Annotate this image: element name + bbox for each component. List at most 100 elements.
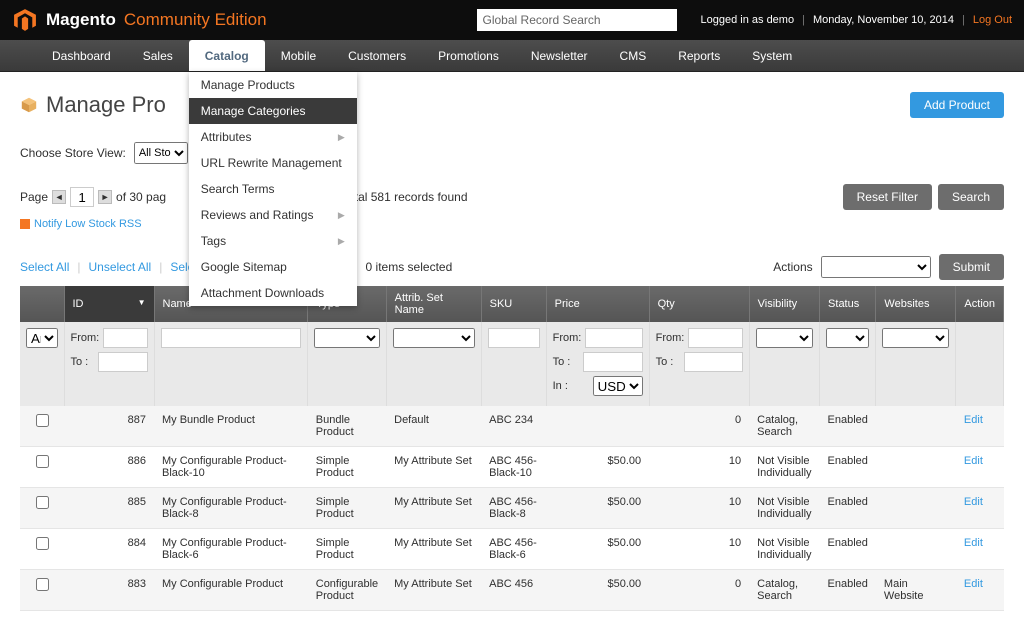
row-checkbox[interactable]: [36, 496, 49, 509]
logged-in-user: demo: [767, 14, 795, 26]
nav-item-catalog[interactable]: CatalogManage ProductsManage CategoriesA…: [189, 40, 265, 71]
col-status[interactable]: Status: [820, 286, 876, 322]
nav-item-newsletter[interactable]: Newsletter: [515, 40, 604, 71]
col-id[interactable]: ID▼: [64, 286, 154, 322]
cell-status: Enabled: [820, 570, 876, 611]
dropdown-item-attributes[interactable]: Attributes▶: [189, 124, 357, 150]
dropdown-item-tags[interactable]: Tags▶: [189, 228, 357, 254]
cell-websites: [876, 447, 956, 488]
dropdown-item-manage-categories[interactable]: Manage Categories: [189, 98, 357, 124]
col-qty[interactable]: Qty: [649, 286, 749, 322]
nav-item-sales[interactable]: Sales: [127, 40, 189, 71]
submit-button[interactable]: Submit: [939, 254, 1004, 280]
cell-visibility: Catalog, Search: [749, 570, 819, 611]
cell-price: $50.00: [546, 570, 649, 611]
nav-item-mobile[interactable]: Mobile: [265, 40, 332, 71]
cell-qty: 10: [649, 447, 749, 488]
cell-name: My Bundle Product: [154, 406, 308, 447]
low-stock-rss-link[interactable]: Notify Low Stock RSS: [34, 218, 142, 230]
websites-filter-select[interactable]: [882, 328, 949, 348]
table-row[interactable]: 885My Configurable Product-Black-8Simple…: [20, 488, 1004, 529]
add-product-button[interactable]: Add Product: [910, 92, 1004, 118]
dropdown-item-reviews-and-ratings[interactable]: Reviews and Ratings▶: [189, 202, 357, 228]
cell-visibility: Not Visible Individually: [749, 447, 819, 488]
row-checkbox[interactable]: [36, 455, 49, 468]
dropdown-item-search-terms[interactable]: Search Terms: [189, 176, 357, 202]
store-view-select[interactable]: All Sto: [134, 142, 188, 164]
store-view-label: Choose Store View:: [20, 146, 126, 160]
dropdown-item-attachment-downloads[interactable]: Attachment Downloads: [189, 280, 357, 306]
search-button[interactable]: Search: [938, 184, 1004, 210]
select-all-link[interactable]: Select All: [20, 260, 69, 274]
id-to-label: To :: [71, 356, 94, 368]
row-checkbox[interactable]: [36, 537, 49, 550]
store-view-row: Choose Store View: All Sto: [20, 142, 1004, 164]
table-row[interactable]: 886My Configurable Product-Black-10Simpl…: [20, 447, 1004, 488]
price-from-input[interactable]: [585, 328, 642, 348]
reset-filter-button[interactable]: Reset Filter: [843, 184, 932, 210]
prev-page-button[interactable]: ◄: [52, 190, 66, 204]
cell-price: $50.00: [546, 447, 649, 488]
sort-desc-icon: ▼: [138, 298, 146, 307]
nav-item-system[interactable]: System: [736, 40, 808, 71]
edit-link[interactable]: Edit: [964, 537, 983, 549]
currency-select[interactable]: USD: [593, 376, 643, 396]
edit-link[interactable]: Edit: [964, 496, 983, 508]
cell-type: Simple Product: [308, 529, 386, 570]
nav-item-customers[interactable]: Customers: [332, 40, 422, 71]
type-filter-select[interactable]: [314, 328, 379, 348]
nav-item-cms[interactable]: CMS: [604, 40, 663, 71]
cell-sku: ABC 456-Black-10: [481, 447, 546, 488]
table-row[interactable]: 887My Bundle ProductBundle ProductDefaul…: [20, 406, 1004, 447]
id-from-input[interactable]: [103, 328, 147, 348]
col-attrib-set[interactable]: Attrib. Set Name: [386, 286, 481, 322]
name-filter-input[interactable]: [161, 328, 302, 348]
page-number-input[interactable]: [70, 187, 94, 207]
cell-type: Configurable Product: [308, 570, 386, 611]
mass-filter-select[interactable]: Any: [26, 328, 58, 348]
edit-link[interactable]: Edit: [964, 455, 983, 467]
nav-item-reports[interactable]: Reports: [662, 40, 736, 71]
dropdown-item-manage-products[interactable]: Manage Products: [189, 72, 357, 98]
attrib-filter-select[interactable]: [393, 328, 475, 348]
cell-visibility: Not Visible Individually: [749, 488, 819, 529]
dropdown-item-google-sitemap[interactable]: Google Sitemap: [189, 254, 357, 280]
unselect-all-link[interactable]: Unselect All: [88, 260, 151, 274]
brand-name: Magento: [46, 10, 116, 30]
row-checkbox[interactable]: [36, 414, 49, 427]
id-from-label: From:: [71, 332, 100, 344]
next-page-button[interactable]: ►: [98, 190, 112, 204]
cell-qty: 0: [649, 570, 749, 611]
col-sku[interactable]: SKU: [481, 286, 546, 322]
global-search-input[interactable]: [477, 9, 677, 31]
col-websites[interactable]: Websites: [876, 286, 956, 322]
table-row[interactable]: 883My Configurable ProductConfigurable P…: [20, 570, 1004, 611]
grid-header-row: ID▼ Name Type Attrib. Set Name SKU Price…: [20, 286, 1004, 322]
qty-from-input[interactable]: [688, 328, 742, 348]
logo[interactable]: Magento Community Edition: [12, 7, 267, 33]
logout-link[interactable]: Log Out: [973, 14, 1012, 26]
id-to-input[interactable]: [98, 352, 148, 372]
col-visibility[interactable]: Visibility: [749, 286, 819, 322]
page-nav: Page ◄ ► of 30 pag: [20, 187, 166, 207]
mass-action-select[interactable]: [821, 256, 931, 278]
nav-item-promotions[interactable]: Promotions: [422, 40, 515, 71]
dropdown-item-url-rewrite-management[interactable]: URL Rewrite Management: [189, 150, 357, 176]
sku-filter-input[interactable]: [488, 328, 540, 348]
visibility-filter-select[interactable]: [756, 328, 813, 348]
qty-to-input[interactable]: [684, 352, 743, 372]
row-checkbox[interactable]: [36, 578, 49, 591]
edit-link[interactable]: Edit: [964, 414, 983, 426]
cell-type: Bundle Product: [308, 406, 386, 447]
edit-link[interactable]: Edit: [964, 578, 983, 590]
cell-type: Simple Product: [308, 447, 386, 488]
cell-sku: ABC 456-Black-8: [481, 488, 546, 529]
cell-id: 883: [64, 570, 154, 611]
price-to-input[interactable]: [583, 352, 643, 372]
col-price[interactable]: Price: [546, 286, 649, 322]
table-row[interactable]: 884My Configurable Product-Black-6Simple…: [20, 529, 1004, 570]
status-filter-select[interactable]: [826, 328, 869, 348]
cell-id: 885: [64, 488, 154, 529]
products-grid: ID▼ Name Type Attrib. Set Name SKU Price…: [20, 286, 1004, 611]
nav-item-dashboard[interactable]: Dashboard: [36, 40, 127, 71]
